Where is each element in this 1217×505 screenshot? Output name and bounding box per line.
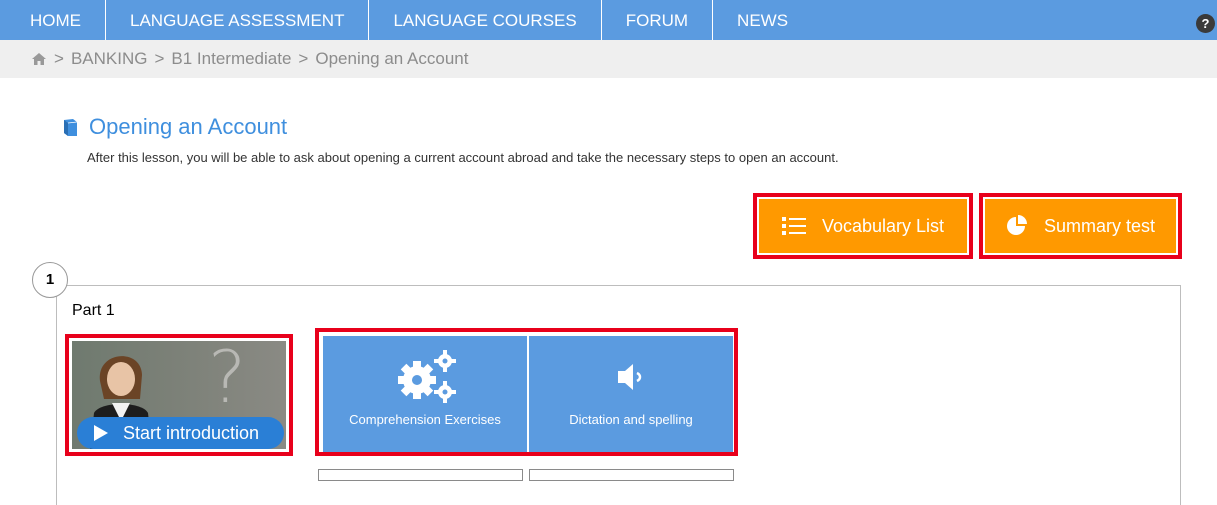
- nav-home[interactable]: HOME: [0, 0, 106, 40]
- intro-card[interactable]: ? Start introduction: [65, 334, 293, 456]
- speaker-icon: [618, 364, 642, 390]
- home-icon[interactable]: [31, 52, 47, 66]
- intro-thumbnail: ? Start introduction: [72, 341, 286, 449]
- start-introduction-label: Start introduction: [123, 422, 260, 443]
- comprehension-exercises-tile[interactable]: Comprehension Exercises: [323, 336, 527, 452]
- help-icon[interactable]: ?: [1196, 14, 1215, 33]
- lesson-description: After this lesson, you will be able to a…: [87, 150, 839, 165]
- nav-language-assessment[interactable]: LANGUAGE ASSESSMENT: [106, 0, 370, 40]
- summary-test-label: Summary test: [1043, 215, 1156, 236]
- pie-chart-icon: [1006, 215, 1027, 235]
- nav-forum[interactable]: FORUM: [602, 0, 714, 40]
- play-icon: [94, 425, 108, 441]
- summary-test-button[interactable]: Summary test: [985, 199, 1176, 253]
- lesson-title-row: Opening an Account: [62, 114, 287, 140]
- vocabulary-list-button[interactable]: Vocabulary List: [759, 199, 967, 253]
- breadcrumb-banking[interactable]: BANKING: [71, 49, 148, 69]
- nav-news[interactable]: NEWS: [713, 0, 812, 40]
- dictation-spelling-label: Dictation and spelling: [569, 412, 693, 427]
- page-title: Opening an Account: [89, 114, 288, 139]
- breadcrumb: > BANKING > B1 Intermediate > Opening an…: [0, 40, 1217, 78]
- breadcrumb-separator: >: [154, 49, 165, 68]
- top-nav: HOME LANGUAGE ASSESSMENT LANGUAGE COURSE…: [0, 0, 1217, 40]
- start-introduction-button[interactable]: Start introduction: [77, 417, 284, 449]
- question-mark-graphic: ?: [208, 341, 247, 419]
- vocabulary-list-label: Vocabulary List: [821, 215, 945, 236]
- exercise-group: Comprehension Exercises Dictation and sp…: [315, 328, 738, 456]
- breadcrumb-level[interactable]: B1 Intermediate: [171, 49, 291, 69]
- comprehension-exercises-label: Comprehension Exercises: [349, 412, 501, 427]
- vocabulary-list-highlight: Vocabulary List: [753, 193, 973, 259]
- breadcrumb-separator: >: [54, 49, 64, 68]
- book-icon: [64, 118, 78, 136]
- gears-icon: [398, 350, 456, 403]
- dictation-spelling-tile[interactable]: Dictation and spelling: [529, 336, 733, 452]
- part-title: Part 1: [72, 302, 115, 319]
- part-number-badge: 1: [32, 262, 68, 298]
- dictation-progress-bar: [529, 469, 734, 481]
- breadcrumb-separator: >: [298, 49, 309, 68]
- breadcrumb-current: Opening an Account: [315, 49, 469, 68]
- list-icon: [781, 217, 806, 235]
- nav-language-courses[interactable]: LANGUAGE COURSES: [369, 0, 602, 40]
- comprehension-progress-bar: [318, 469, 523, 481]
- summary-test-highlight: Summary test: [979, 193, 1182, 259]
